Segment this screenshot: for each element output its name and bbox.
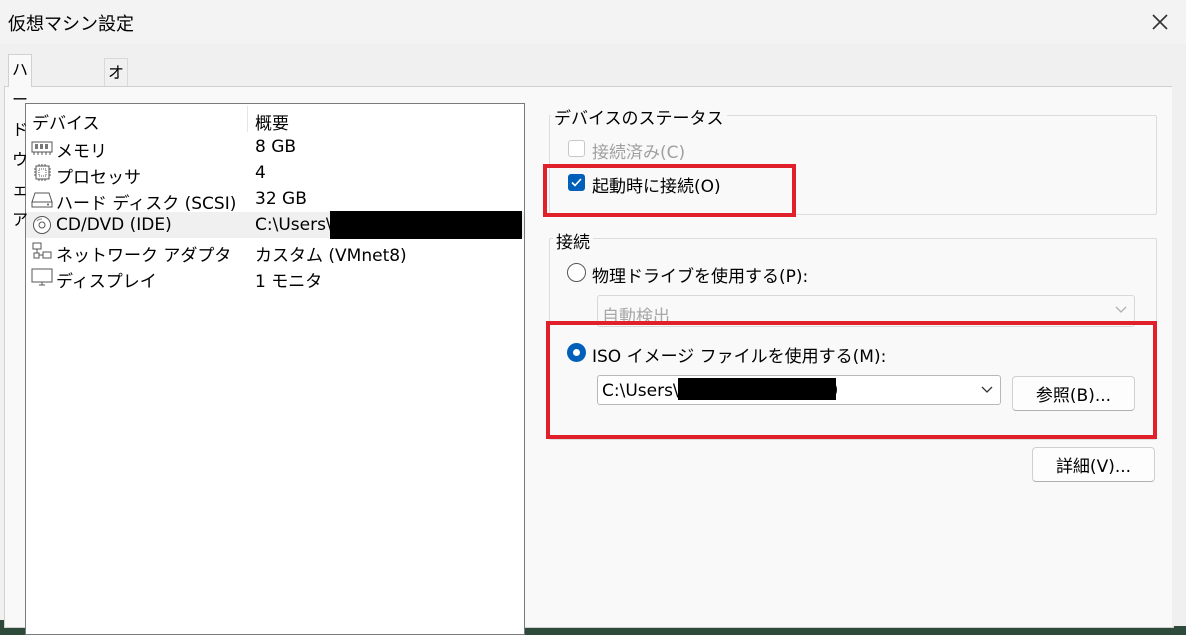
processor-icon	[34, 164, 51, 181]
hard-disk-icon	[31, 192, 53, 208]
window-title: 仮想マシン設定	[8, 14, 134, 35]
redacted-path	[678, 378, 836, 400]
device-summary: 1 モニタ	[255, 272, 323, 292]
tab-hardware[interactable]: ハードウェア	[8, 54, 33, 229]
virtual-machine-settings-window: 仮想マシン設定 ハードウェア オプション デバイス 概要 メモリ	[0, 0, 1186, 635]
title-bar: 仮想マシン設定	[0, 0, 1186, 44]
display-icon	[31, 268, 53, 286]
physical-drive-value: 自動検出	[602, 307, 670, 327]
column-divider[interactable]	[247, 106, 248, 132]
connected-checkbox[interactable]	[568, 140, 585, 157]
device-row-network-adapter[interactable]: ネットワーク アダプタ カスタム (VMnet8)	[26, 238, 524, 266]
device-name: ハード ディスク (SCSI)	[56, 194, 237, 214]
device-status-group-label: デバイスのステータス	[551, 104, 727, 129]
device-summary: 8 GB	[255, 137, 297, 157]
device-list-header: デバイス 概要	[26, 104, 524, 134]
device-name: メモリ	[56, 142, 107, 162]
device-summary: 4	[255, 163, 266, 183]
physical-drive-radio[interactable]	[567, 263, 586, 282]
device-summary: C:\Users\	[255, 215, 332, 235]
memory-icon	[31, 141, 53, 155]
device-row-cd-dvd[interactable]: CD/DVD (IDE) C:\Users\	[26, 211, 524, 239]
device-summary: 32 GB	[255, 189, 307, 209]
device-row-memory[interactable]: メモリ 8 GB	[26, 134, 524, 162]
physical-drive-dropdown[interactable]: 自動検出	[597, 295, 1135, 327]
tab-options[interactable]: オプション	[104, 58, 129, 194]
column-header-device[interactable]: デバイス	[32, 109, 100, 134]
device-row-processor[interactable]: プロセッサ 4	[26, 160, 524, 188]
close-button[interactable]	[1134, 0, 1186, 44]
physical-drive-label: 物理ドライブを使用する(P):	[592, 267, 809, 287]
connected-label: 接続済み(C)	[592, 143, 686, 163]
chevron-down-icon[interactable]	[980, 384, 994, 394]
device-name: プロセッサ	[56, 168, 141, 188]
iso-path-combobox[interactable]: C:\Users\ \refplat-20241010	[597, 375, 1001, 405]
device-summary: カスタム (VMnet8)	[255, 246, 407, 266]
device-row-hard-disk[interactable]: ハード ディスク (SCSI) 32 GB	[26, 186, 524, 214]
column-header-summary[interactable]: 概要	[255, 109, 289, 134]
connection-group-label: 接続	[553, 228, 593, 253]
device-name: CD/DVD (IDE)	[56, 215, 172, 235]
checkmark-icon	[571, 178, 582, 187]
window-edge	[1172, 86, 1186, 626]
device-name: ディスプレイ	[56, 272, 157, 292]
cd-dvd-icon	[33, 216, 51, 234]
iso-image-radio[interactable]	[567, 343, 586, 362]
connect-at-power-on-checkbox[interactable]	[568, 174, 585, 191]
device-list[interactable]: デバイス 概要 メモリ 8 GB プロセッサ 4 ハード ディスク (SCSI)…	[25, 103, 525, 635]
iso-image-label: ISO イメージ ファイルを使用する(M):	[592, 347, 887, 367]
network-adapter-icon	[32, 242, 52, 259]
connect-at-power-on-label: 起動時に接続(O)	[592, 177, 721, 197]
chevron-down-icon	[1115, 306, 1127, 313]
device-row-display[interactable]: ディスプレイ 1 モニタ	[26, 264, 524, 292]
advanced-button[interactable]: 詳細(V)...	[1032, 447, 1155, 482]
close-icon	[1152, 14, 1168, 30]
device-name: ネットワーク アダプタ	[56, 246, 232, 266]
redacted-path	[330, 211, 522, 239]
browse-button[interactable]: 参照(B)...	[1012, 376, 1135, 411]
device-status-group	[549, 115, 1157, 215]
